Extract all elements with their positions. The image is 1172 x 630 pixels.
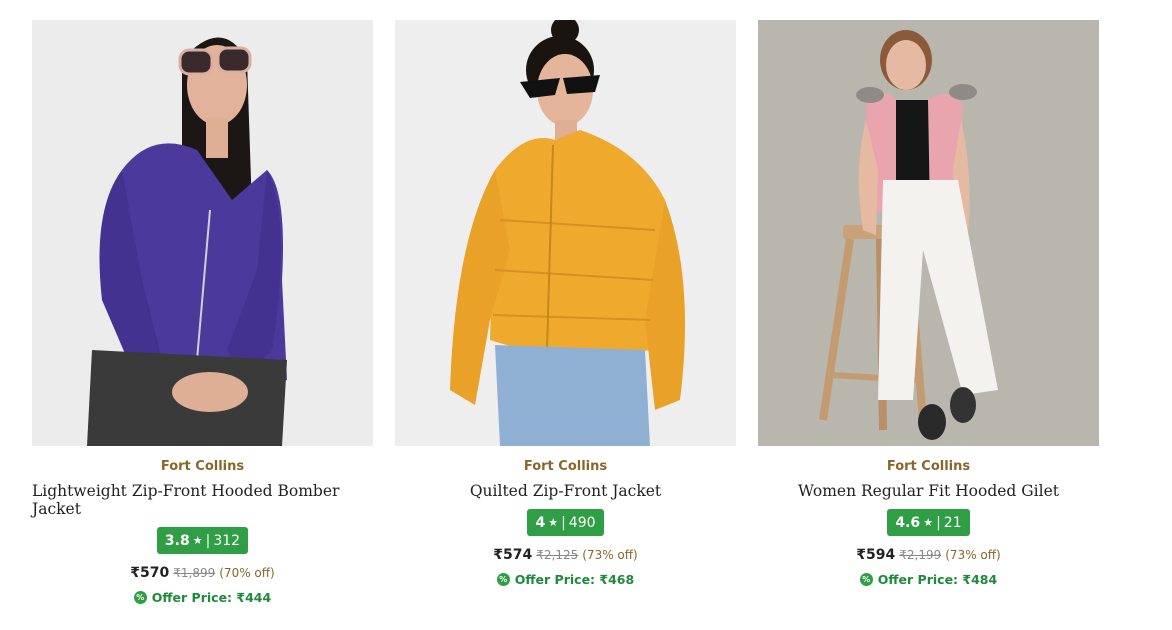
original-price: ₹2,199 bbox=[899, 548, 942, 562]
brand-name: Fort Collins bbox=[523, 459, 608, 474]
rating-badge: 4.6 ★ | 21 bbox=[887, 509, 970, 536]
offer-price: % Offer Price: ₹484 bbox=[859, 572, 998, 587]
price-row: ₹574 ₹2,125 (73% off) bbox=[493, 547, 637, 563]
product-image[interactable] bbox=[32, 20, 373, 446]
sale-price: ₹594 bbox=[856, 547, 896, 563]
price-row: ₹594 ₹2,199 (73% off) bbox=[856, 547, 1000, 563]
product-title[interactable]: Women Regular Fit Hooded Gilet bbox=[798, 482, 1059, 500]
review-count: 312 bbox=[213, 532, 241, 549]
review-count: 21 bbox=[943, 514, 962, 531]
discount-percent: (73% off) bbox=[945, 548, 1001, 562]
product-title[interactable]: Quilted Zip-Front Jacket bbox=[470, 482, 661, 500]
product-card[interactable]: Fort Collins Quilted Zip-Front Jacket 4 … bbox=[395, 20, 736, 605]
rating-score: 3.8 bbox=[164, 532, 190, 549]
price-row: ₹570 ₹1,899 (70% off) bbox=[130, 565, 274, 581]
brand-name: Fort Collins bbox=[886, 459, 971, 474]
product-title[interactable]: Lightweight Zip-Front Hooded Bomber Jack… bbox=[32, 482, 373, 518]
rating-badge: 4 ★ | 490 bbox=[527, 509, 604, 536]
offer-price: % Offer Price: ₹468 bbox=[496, 572, 635, 587]
review-count: 490 bbox=[568, 514, 596, 531]
brand-name: Fort Collins bbox=[160, 459, 245, 474]
offer-price: % Offer Price: ₹444 bbox=[133, 590, 272, 605]
percent-badge-icon: % bbox=[133, 591, 147, 604]
star-icon: ★ bbox=[192, 534, 203, 547]
star-icon: ★ bbox=[548, 516, 559, 529]
product-image[interactable] bbox=[395, 20, 736, 446]
discount-percent: (70% off) bbox=[219, 566, 275, 580]
sale-price: ₹570 bbox=[130, 565, 170, 581]
rating-separator: | bbox=[561, 514, 566, 531]
product-grid: Fort Collins Lightweight Zip-Front Hoode… bbox=[32, 20, 1099, 605]
offer-price-text: Offer Price: ₹484 bbox=[877, 572, 998, 587]
percent-badge-icon: % bbox=[496, 573, 510, 586]
rating-separator: | bbox=[936, 514, 941, 531]
rating-score: 4 bbox=[535, 514, 546, 531]
discount-percent: (73% off) bbox=[582, 548, 638, 562]
offer-price-text: Offer Price: ₹444 bbox=[151, 590, 272, 605]
star-icon: ★ bbox=[923, 516, 934, 529]
rating-separator: | bbox=[205, 532, 211, 549]
product-card[interactable]: Fort Collins Lightweight Zip-Front Hoode… bbox=[32, 20, 373, 605]
offer-price-text: Offer Price: ₹468 bbox=[514, 572, 635, 587]
original-price: ₹2,125 bbox=[536, 548, 579, 562]
product-card[interactable]: Fort Collins Women Regular Fit Hooded Gi… bbox=[758, 20, 1099, 605]
original-price: ₹1,899 bbox=[173, 566, 216, 580]
rating-badge: 3.8 ★ | 312 bbox=[156, 527, 249, 554]
rating-score: 4.6 bbox=[895, 514, 921, 531]
product-image[interactable] bbox=[758, 20, 1099, 446]
sale-price: ₹574 bbox=[493, 547, 533, 563]
percent-badge-icon: % bbox=[859, 573, 873, 586]
